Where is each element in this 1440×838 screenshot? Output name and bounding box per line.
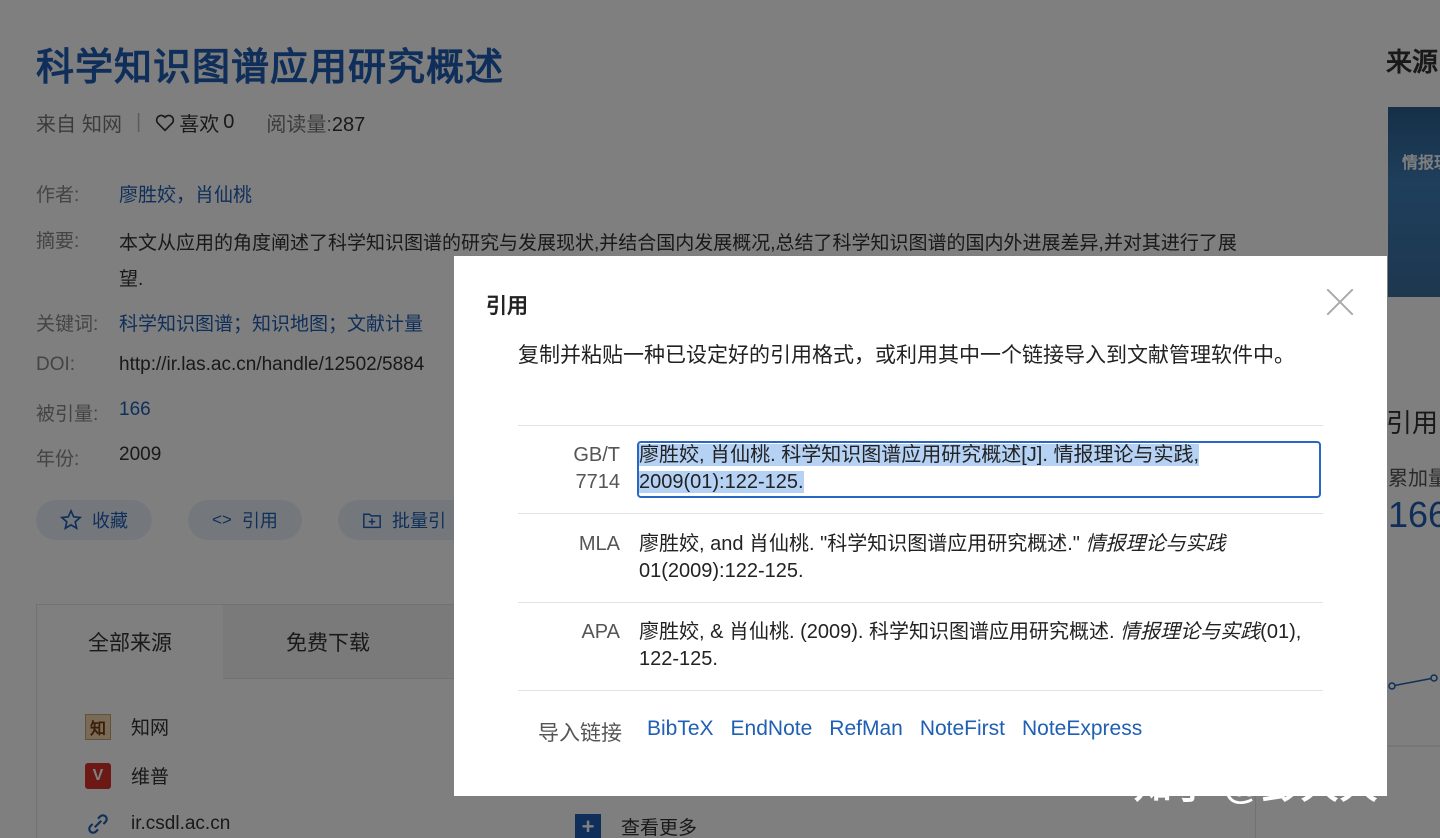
import-link-endnote[interactable]: EndNote bbox=[731, 717, 813, 741]
citation-text-gbt[interactable]: 廖胜姣, 肖仙桃. 科学知识图谱应用研究概述[J]. 情报理论与实践, 2009… bbox=[639, 442, 1319, 496]
citation-text-mla[interactable]: 廖胜姣, and 肖仙桃. "科学知识图谱应用研究概述." 情报理论与实践 01… bbox=[639, 531, 1319, 585]
citation-mla-prefix: 廖胜姣, and 肖仙桃. "科学知识图谱应用研究概述." bbox=[639, 533, 1086, 555]
citation-text-apa[interactable]: 廖胜姣, & 肖仙桃. (2009). 科学知识图谱应用研究概述. 情报理论与实… bbox=[639, 619, 1319, 673]
citation-apa-journal: 情报理论与实践 bbox=[1120, 621, 1261, 643]
import-link-bibtex[interactable]: BibTeX bbox=[647, 717, 714, 741]
import-link-noteexpress[interactable]: NoteExpress bbox=[1022, 717, 1142, 741]
watermark-text: 知乎 @彭大大 bbox=[1134, 765, 1379, 807]
dialog-title: 引用 bbox=[486, 295, 528, 318]
citation-format-gbt: GB/T 7714 bbox=[573, 444, 620, 493]
import-link-notefirst[interactable]: NoteFirst bbox=[920, 717, 1005, 741]
dialog-description: 复制并粘贴一种已设定好的引用格式，或利用其中一个链接导入到文献管理软件中。 bbox=[518, 344, 1295, 367]
citation-text-gbt-selected: 廖胜姣, 肖仙桃. 科学知识图谱应用研究概述[J]. 情报理论与实践, 2009… bbox=[639, 444, 1200, 493]
divider bbox=[518, 513, 1323, 514]
citation-mla-suffix: 01(2009):122-125. bbox=[639, 560, 804, 582]
close-icon[interactable] bbox=[1326, 288, 1354, 316]
citation-mla-journal: 情报理论与实践 bbox=[1085, 533, 1226, 555]
divider bbox=[518, 602, 1323, 603]
citation-format-mla: MLA bbox=[578, 533, 620, 555]
cite-dialog: 引用 复制并粘贴一种已设定好的引用格式，或利用其中一个链接导入到文献管理软件中。… bbox=[454, 256, 1387, 796]
import-links-label: 导入链接 bbox=[538, 722, 622, 745]
import-links: BibTeX EndNote RefMan NoteFirst NoteExpr… bbox=[647, 717, 1142, 741]
citation-format-apa: APA bbox=[581, 621, 620, 643]
citation-apa-prefix: 廖胜姣, & 肖仙桃. (2009). 科学知识图谱应用研究概述. bbox=[639, 621, 1121, 643]
divider bbox=[518, 690, 1323, 691]
import-link-refman[interactable]: RefMan bbox=[829, 717, 903, 741]
divider bbox=[518, 425, 1323, 426]
